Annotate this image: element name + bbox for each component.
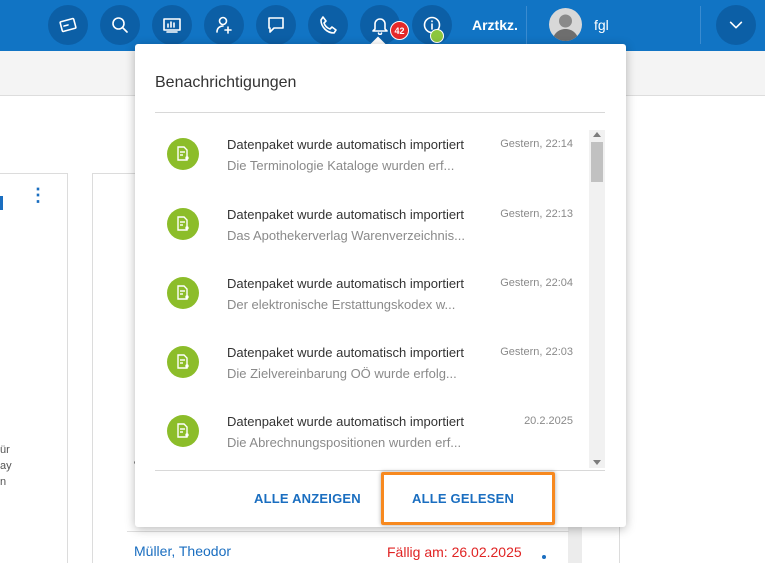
notification-item[interactable]: Datenpaket wurde automatisch importiert … <box>155 338 585 408</box>
avatar[interactable] <box>549 8 582 41</box>
patient-link[interactable]: Müller, Theodor <box>134 543 231 559</box>
highlight-box <box>381 472 555 525</box>
divider <box>155 112 605 113</box>
notification-count-badge: 42 <box>390 21 409 40</box>
notification-description: Das Apothekerverlag Warenverzeichnis... <box>227 228 465 243</box>
due-date: Fällig am: 26.02.2025 <box>387 544 522 560</box>
left-card: ⋮ ür ay n <box>0 173 68 563</box>
notifications-popup: Benachrichtigungen Datenpaket wurde auto… <box>135 44 626 527</box>
notification-time: Gestern, 22:13 <box>500 208 573 220</box>
notification-item[interactable]: Datenpaket wurde automatisch importiert … <box>155 200 585 270</box>
notification-time: Gestern, 22:14 <box>500 138 573 150</box>
divider <box>700 6 701 44</box>
notification-time: Gestern, 22:03 <box>500 346 573 358</box>
card-icon[interactable] <box>48 5 88 45</box>
notification-title: Datenpaket wurde automatisch importiert <box>227 137 465 152</box>
notification-title: Datenpaket wurde automatisch importiert <box>227 345 465 360</box>
add-user-icon[interactable] <box>204 5 244 45</box>
document-info-icon <box>167 138 199 170</box>
scroll-thumb[interactable] <box>591 142 603 182</box>
notification-description: Die Terminologie Kataloge wurden erf... <box>227 158 455 173</box>
notification-list[interactable]: Datenpaket wurde automatisch importiert … <box>155 130 604 470</box>
chat-icon[interactable] <box>256 5 296 45</box>
show-all-button[interactable]: ALLE ANZEIGEN <box>254 491 361 506</box>
notification-title: Datenpaket wurde automatisch importiert <box>227 276 465 291</box>
notification-item[interactable]: Datenpaket wurde automatisch importiert … <box>155 269 585 339</box>
document-info-icon <box>167 208 199 240</box>
chevron-down-icon[interactable] <box>716 5 756 45</box>
notification-title: Datenpaket wurde automatisch importiert <box>227 414 465 429</box>
more-icon[interactable] <box>542 555 546 559</box>
scroll-up-arrow-icon[interactable] <box>593 132 601 137</box>
notification-item[interactable]: Datenpaket wurde automatisch importiert … <box>155 130 585 200</box>
document-info-icon <box>167 415 199 447</box>
notification-item[interactable]: Datenpaket wurde automatisch importiert … <box>155 407 585 470</box>
notification-time: Gestern, 22:04 <box>500 277 573 289</box>
notification-title: Datenpaket wurde automatisch importiert <box>227 207 465 222</box>
document-info-icon <box>167 346 199 378</box>
search-icon[interactable] <box>100 5 140 45</box>
divider <box>526 6 527 44</box>
document-info-icon <box>167 277 199 309</box>
divider <box>155 470 605 471</box>
notification-description: Der elektronische Erstattungskodex w... <box>227 297 456 312</box>
divider <box>127 531 569 532</box>
username[interactable]: fgl <box>594 17 609 33</box>
arztkz-label[interactable]: Arztkz. <box>472 17 518 33</box>
more-icon[interactable]: ⋮ <box>29 186 47 204</box>
notification-time: 20.2.2025 <box>524 415 573 427</box>
left-card-text: ay <box>0 460 12 472</box>
scroll-down-arrow-icon[interactable] <box>593 460 601 465</box>
popup-title: Benachrichtigungen <box>155 74 297 91</box>
left-card-text: n <box>0 476 7 488</box>
notification-description: Die Zielvereinbarung OÖ wurde erfolg... <box>227 366 457 381</box>
notification-description: Die Abrechnungspositionen wurden erf... <box>227 435 462 450</box>
left-card-text: ür <box>0 444 10 456</box>
left-card-edge <box>0 196 3 210</box>
phone-icon[interactable] <box>308 5 348 45</box>
monitor-icon[interactable] <box>152 5 192 45</box>
scrollbar[interactable] <box>589 130 605 468</box>
check-icon <box>430 29 444 43</box>
